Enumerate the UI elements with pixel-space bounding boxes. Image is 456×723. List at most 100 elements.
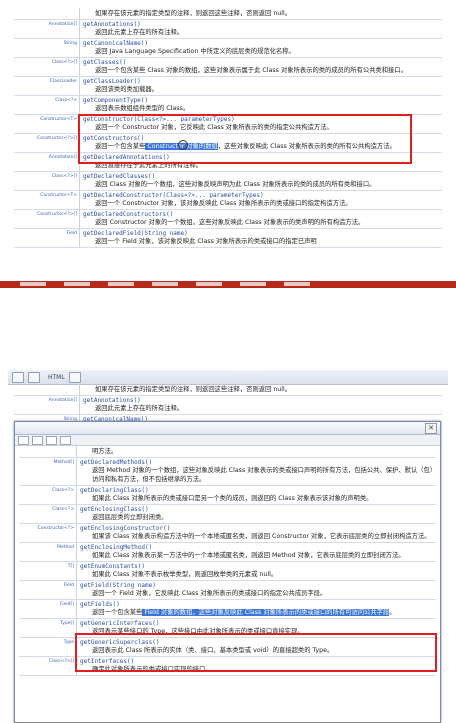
toolbar-button[interactable]	[60, 435, 71, 445]
method-cell: getAnnotations() 返回此元素上存在的所有注释。	[80, 20, 442, 38]
method-signature-link[interactable]: getEnclosingConstructor()	[80, 525, 436, 532]
method-cell: getEnclosingMethod() 如果此 Class 对象表示某一方法中的…	[77, 543, 436, 561]
method-cell: getDeclaredMethods() 返回 Method 对象的一个数组，这些…	[77, 458, 436, 485]
toolbar-button[interactable]	[12, 371, 24, 383]
method-description: 如果此 Class 对象表示某一方法中的一个本地或匿名类，则返回 Method …	[92, 552, 405, 559]
screenshot-bottom: HTML 如果存在该元素的指定类型的注释，则返回这些注释，否则返回 null。 A…	[0, 370, 456, 723]
description-text: 。	[389, 609, 396, 616]
return-type: Constructor<T>	[14, 191, 80, 209]
method-signature-link[interactable]: getClassLoader()	[83, 78, 442, 85]
table-row: Class<?>[] getDeclaredClasses() 返回 Class 对…	[14, 172, 442, 191]
table-row: T[] getEnumConstants() 如果此 Class 对象不表示枚举类型…	[19, 562, 436, 581]
method-signature-link[interactable]: getEnclosingMethod()	[80, 544, 436, 551]
method-signature-link[interactable]: getFields()	[80, 601, 436, 608]
table-row: Annotation[] getAnnotations() 返回此元素上存在的所有注…	[14, 396, 442, 415]
method-cell: getFields() 返回一个包含某些 Field 对象的数组，这些对象反映此 …	[77, 600, 436, 618]
method-signature-link[interactable]: getDeclaredField(String name)	[83, 230, 442, 237]
method-description: 返回一个 Field 对象，该对象反映此 Class 对象所表示的类或接口的指定…	[95, 238, 317, 245]
return-type: Type	[19, 638, 77, 656]
method-cell: getClassLoader() 返回该类的类加载器。	[80, 77, 442, 95]
method-cell: getCanonicalName() 返回 Java Language Speci…	[80, 39, 442, 57]
method-cell: getDeclaredConstructors() 返回 Constructor …	[80, 210, 442, 228]
method-signature-link[interactable]: getClasses()	[83, 59, 442, 66]
method-description: 返回 Java Language Specification 中所定义的底层类的…	[95, 48, 295, 55]
return-type: Constructor<T>	[14, 115, 80, 133]
toolbar-button[interactable]	[28, 371, 40, 383]
table-row: Constructor<?>[] getDeclaredConstructors(…	[14, 210, 442, 229]
highlight-box-fields	[75, 633, 437, 672]
help-window-titlebar: ✕	[15, 422, 440, 435]
table-row: 如果存在该元素的指定类型的注释，则返回这些注释，否则返回 null。	[14, 384, 442, 396]
method-description: 如果该 Class 对象表示构造方法中的一个本地或匿名类，则返回 Constru…	[92, 533, 431, 540]
return-type: Annotation[]	[14, 396, 80, 414]
toolbar-button[interactable]	[32, 435, 43, 445]
return-type	[14, 384, 80, 395]
help-window-toolbar	[15, 435, 440, 446]
toolbar-button[interactable]	[18, 435, 29, 445]
method-signature-link[interactable]: getField(String name)	[80, 582, 436, 589]
method-signature-link[interactable]: getAnnotations()	[83, 21, 442, 28]
method-description: 返回此元素上存在的所有注释。	[95, 29, 184, 36]
return-type: Field[]	[19, 600, 77, 618]
method-signature-link[interactable]: getDeclaredMethods()	[80, 459, 436, 466]
method-signature-link[interactable]: getCanonicalName()	[83, 40, 442, 47]
method-signature-link[interactable]: getComponentType()	[83, 97, 442, 104]
method-cell: getEnclosingClass() 返回底层类的立即封闭类。	[77, 505, 436, 523]
method-description: 返回一个 Field 对象，它反映此 Class 对象所表示的类或接口的指定公共…	[92, 590, 327, 597]
return-type	[14, 8, 80, 19]
selected-text: Field 对象的数组，这些对象反映此 Class 对象所表示的类或接口的所有可…	[142, 609, 390, 616]
method-cell: getDeclaringClass() 如果此 Class 对象所表示的类或接口是…	[77, 486, 436, 504]
return-type: Class<?>[]	[19, 657, 77, 675]
method-description: 返回一个包含某些 Class 对象的数组，这些对象表示属于此 Class 对象所…	[95, 67, 407, 74]
close-icon[interactable]: ✕	[425, 423, 437, 434]
return-type: ClassLoader	[14, 77, 80, 95]
table-row: 如果存在该元素的指定类型的注释，则返回这些注释，否则返回 null。	[14, 8, 442, 20]
method-cell: getDeclaredClasses() 返回 Class 对象的一个数组，这些对…	[80, 172, 442, 190]
table-row: Class<?> getDeclaringClass() 如果此 Class 对象所…	[19, 486, 436, 505]
method-description: 返回此元素上存在的所有注释。	[95, 405, 184, 412]
table-row: 明方法。	[19, 446, 436, 458]
toolbar-label: HTML	[48, 373, 65, 381]
toolbar-button[interactable]	[46, 435, 57, 445]
method-signature-link[interactable]: getDeclaredConstructor(Class<?>... param…	[83, 192, 442, 199]
method-description: 如果存在该元素的指定类型的注释，则返回这些注释，否则返回 null。	[95, 10, 292, 17]
return-type: Class<?>	[19, 505, 77, 523]
method-cell: 明方法。	[77, 446, 436, 457]
table-row: Field[] getFields() 返回一个包含某些 Field 对象的数组，这…	[19, 600, 436, 619]
method-signature-link[interactable]: getDeclaringClass()	[80, 487, 436, 494]
method-signature-link[interactable]: getAnnotations()	[83, 397, 442, 404]
toolbar-button[interactable]	[68, 371, 81, 383]
table-row: ClassLoader getClassLoader() 返回该类的类加载器。	[14, 77, 442, 96]
method-cell: getDeclaredConstructor(Class<?>... param…	[80, 191, 442, 209]
return-type: String	[14, 39, 80, 57]
method-cell: getDeclaredField(String name) 返回一个 Field …	[80, 229, 442, 247]
table-row: String getCanonicalName() 返回 Java Language…	[14, 39, 442, 58]
table-row: Class<?> getComponentType() 返回表示数组组件类型的 Cl…	[14, 96, 442, 115]
return-type: Class<?>[]	[14, 172, 80, 190]
method-signature-link[interactable]: getGenericInterfaces()	[80, 620, 436, 627]
taskbar	[0, 281, 456, 288]
toolbar: HTML	[8, 370, 448, 385]
method-description: 如果此 Class 对象所表示的类或接口是另一个类的成员，则返回的 Class …	[92, 495, 373, 502]
method-description: 返回 Constructor 对象的一个数组，这些对象反映此 Class 对象表…	[95, 219, 365, 226]
return-type: Type[]	[19, 619, 77, 637]
highlight-box-constructors	[78, 114, 412, 164]
method-description: 如果此 Class 对象不表示枚举类型，则返回枚举类的元素或 null。	[92, 571, 278, 578]
method-signature-link[interactable]: getEnumConstants()	[80, 563, 436, 570]
help-window: ✕ 明方法。 Method[] getDeclaredMethods() 返回 Met…	[14, 421, 441, 723]
method-cell: 如果存在该元素的指定类型的注释，则返回这些注释，否则返回 null。	[80, 384, 442, 395]
table-row: Field getDeclaredField(String name) 返回一个 F…	[14, 229, 442, 248]
method-cell: getEnclosingConstructor() 如果该 Class 对象表示构…	[77, 524, 436, 542]
method-signature-link[interactable]: getDeclaredConstructors()	[83, 211, 442, 218]
method-cell: 如果存在该元素的指定类型的注释，则返回这些注释，否则返回 null。	[80, 8, 442, 19]
method-cell: getEnumConstants() 如果此 Class 对象不表示枚举类型，则返…	[77, 562, 436, 580]
method-signature-link[interactable]: getEnclosingClass()	[80, 506, 436, 513]
return-type: T[]	[19, 562, 77, 580]
method-description: 明方法。	[92, 448, 118, 455]
method-signature-link[interactable]: getDeclaredClasses()	[83, 173, 442, 180]
method-description: 返回表示数组组件类型的 Class。	[95, 105, 190, 112]
table-row: Constructor<T> getDeclaredConstructor(Cla…	[14, 191, 442, 210]
screenshot-top: 如果存在该元素的指定类型的注释，则返回这些注释，否则返回 null。 Annota…	[0, 0, 456, 295]
method-description: 返回该类的类加载器。	[95, 86, 158, 93]
method-cell: getAnnotations() 返回此元素上存在的所有注释。	[80, 396, 442, 414]
